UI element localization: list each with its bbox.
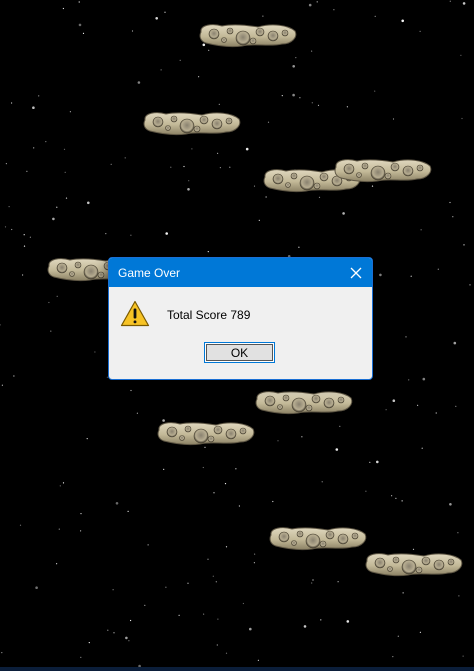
dialog-body: Total Score 789 OK — [109, 287, 372, 379]
dialog-titlebar: Game Over — [109, 258, 372, 287]
game-over-dialog: Game Over Total Score 789 OK — [108, 257, 373, 380]
asteroid — [269, 527, 367, 551]
close-icon — [350, 267, 362, 278]
ok-button[interactable]: OK — [204, 342, 275, 363]
asteroid — [199, 24, 297, 48]
close-button[interactable] — [340, 258, 372, 287]
warning-icon — [120, 300, 150, 327]
dialog-title: Game Over — [118, 265, 181, 280]
asteroid — [365, 553, 463, 577]
asteroid — [143, 112, 241, 136]
asteroid — [255, 391, 353, 415]
bottom-strip — [0, 667, 474, 671]
asteroid — [157, 422, 255, 446]
asteroid — [334, 159, 432, 183]
score-message: Total Score 789 — [167, 308, 251, 322]
